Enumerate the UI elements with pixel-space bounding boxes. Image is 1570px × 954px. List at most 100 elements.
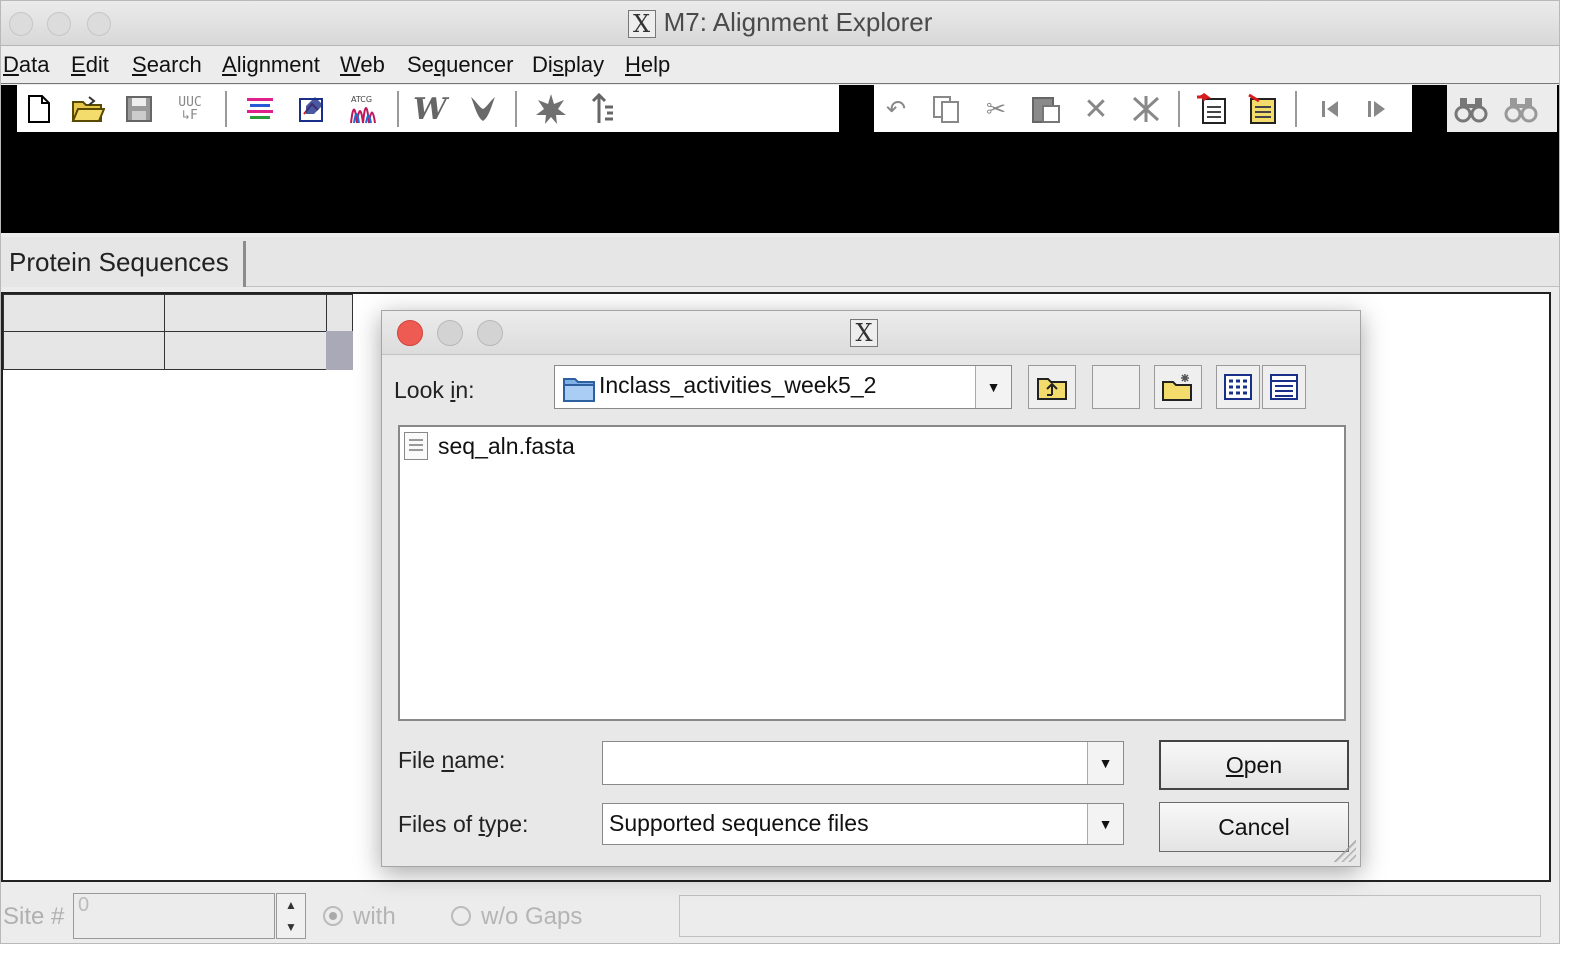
next-icon[interactable] bbox=[1358, 91, 1394, 127]
chevron-down-icon[interactable]: ▼ bbox=[975, 366, 1011, 408]
grid-selected-cell[interactable] bbox=[326, 331, 353, 370]
find-toolbar bbox=[1447, 85, 1557, 132]
grid-row-cell[interactable] bbox=[164, 331, 327, 370]
look-in-label: Look in: bbox=[394, 377, 475, 404]
save-disk-icon[interactable] bbox=[121, 91, 157, 127]
x11-logo-icon: X bbox=[627, 10, 656, 39]
label-part: ame: bbox=[454, 747, 506, 773]
look-in-folder-name: Inclass_activities_week5_2 bbox=[599, 372, 877, 398]
resize-grip-icon[interactable] bbox=[1334, 840, 1356, 862]
insert-blank-icon[interactable] bbox=[1244, 91, 1280, 127]
spinner-up-icon[interactable]: ▲ bbox=[277, 894, 305, 916]
paste-icon[interactable] bbox=[1028, 91, 1064, 127]
file-name-field[interactable]: ▼ bbox=[602, 741, 1124, 785]
menu-edit[interactable]: Edit bbox=[71, 52, 109, 78]
menu-data[interactable]: Data bbox=[3, 52, 49, 78]
find-icon[interactable] bbox=[1453, 91, 1489, 127]
files-of-type-label: Files of type: bbox=[398, 811, 528, 838]
previous-icon[interactable] bbox=[1312, 91, 1348, 127]
list-view-icon[interactable] bbox=[1216, 365, 1260, 409]
new-folder-icon[interactable] bbox=[1154, 365, 1202, 409]
main-toolbar: UUC ↳F ATCG W bbox=[17, 85, 839, 132]
with-gaps-label: with bbox=[353, 903, 396, 930]
details-view-icon[interactable] bbox=[1262, 365, 1306, 409]
label-mnemonic: n bbox=[441, 747, 455, 773]
tab-protein-sequences[interactable]: Protein Sequences bbox=[1, 241, 246, 287]
menu-label-part: uencer bbox=[446, 52, 514, 77]
file-list[interactable]: seq_aln.fasta bbox=[398, 425, 1346, 721]
chevron-down-icon[interactable]: ▼ bbox=[1087, 804, 1123, 844]
color-lines-icon[interactable] bbox=[242, 91, 278, 127]
mark-site-icon[interactable] bbox=[583, 91, 619, 127]
menu-sequencer[interactable]: Sequencer bbox=[407, 52, 513, 78]
menu-mnemonic: D bbox=[3, 52, 19, 77]
clustalw-icon[interactable]: W bbox=[412, 91, 448, 127]
chevron-down-icon[interactable]: ▼ bbox=[1087, 742, 1123, 784]
with-gaps-radio[interactable]: with bbox=[323, 903, 396, 931]
look-in-dropdown[interactable]: Inclass_activities_week5_2 ▼ bbox=[554, 365, 1012, 409]
copy-icon[interactable] bbox=[928, 91, 964, 127]
status-bar: Site # 0 ▲ ▼ with w/o Gaps bbox=[1, 887, 1559, 943]
translate-codons-icon[interactable]: UUC ↳F bbox=[172, 91, 208, 127]
radio-selected-icon bbox=[323, 906, 343, 926]
edit-sequence-icon[interactable] bbox=[294, 91, 330, 127]
delete-gap-icon[interactable] bbox=[1128, 91, 1164, 127]
file-list-item-name: seq_aln.fasta bbox=[438, 432, 575, 459]
cut-icon[interactable]: ✂ bbox=[978, 91, 1014, 127]
dialog-maximize-button[interactable] bbox=[477, 320, 503, 346]
files-of-type-value: Supported sequence files bbox=[609, 810, 869, 836]
toolbar-area: UUC ↳F ATCG W ↶ ✂ ✕ bbox=[1, 85, 1559, 233]
files-of-type-dropdown[interactable]: Supported sequence files ▼ bbox=[602, 803, 1124, 845]
grid-header-cell[interactable] bbox=[326, 294, 353, 332]
dialog-close-button[interactable] bbox=[397, 320, 423, 346]
without-gaps-label: w/o Gaps bbox=[481, 903, 583, 930]
menu-mnemonic: A bbox=[222, 52, 237, 77]
dialog-minimize-button[interactable] bbox=[437, 320, 463, 346]
menu-help[interactable]: Help bbox=[625, 52, 670, 78]
grid-header-cell[interactable] bbox=[164, 294, 327, 332]
site-number-label: Site # bbox=[3, 903, 65, 930]
open-file-dialog: X Look in: Inclass_activities_week5_2 ▼ … bbox=[381, 310, 1361, 867]
menu-alignment[interactable]: Alignment bbox=[222, 52, 320, 78]
dialog-title-bar: X bbox=[382, 311, 1360, 355]
burst-icon[interactable] bbox=[533, 91, 569, 127]
x11-logo-icon: X bbox=[850, 319, 878, 347]
menu-label-part: play bbox=[563, 52, 605, 77]
grid-header-cell[interactable] bbox=[3, 294, 165, 332]
undo-icon[interactable]: ↶ bbox=[878, 91, 914, 127]
file-list-item[interactable]: seq_aln.fasta bbox=[404, 431, 575, 461]
spinner-down-icon[interactable]: ▼ bbox=[277, 916, 305, 938]
button-mnemonic: O bbox=[1225, 751, 1244, 778]
grid-row-cell[interactable] bbox=[3, 331, 165, 370]
insert-sequence-icon[interactable] bbox=[1194, 91, 1230, 127]
trace-file-icon[interactable]: ATCG bbox=[346, 91, 382, 127]
edit-toolbar: ↶ ✂ ✕ bbox=[874, 85, 1412, 132]
folder-icon bbox=[563, 378, 595, 402]
site-number-spinner[interactable]: ▲ ▼ bbox=[276, 893, 306, 939]
menu-web[interactable]: Web bbox=[340, 52, 385, 78]
menu-display[interactable]: Display bbox=[532, 52, 604, 78]
up-one-level-icon[interactable] bbox=[1028, 365, 1076, 409]
open-folder-icon[interactable] bbox=[70, 91, 106, 127]
toolbar-separator bbox=[515, 91, 517, 127]
cancel-button[interactable]: Cancel bbox=[1159, 802, 1349, 852]
site-number-input[interactable]: 0 bbox=[73, 893, 275, 939]
menu-search[interactable]: Search bbox=[132, 52, 202, 78]
label-part: n: bbox=[455, 377, 475, 403]
radio-unselected-icon bbox=[451, 906, 471, 926]
open-button[interactable]: Open bbox=[1159, 740, 1349, 790]
find-next-icon[interactable] bbox=[1503, 91, 1539, 127]
menu-label-part: Di bbox=[532, 52, 553, 77]
status-message-field bbox=[679, 895, 1541, 937]
window-title-area: X M7: Alignment Explorer bbox=[1, 7, 1559, 39]
muscle-icon[interactable] bbox=[465, 91, 501, 127]
lf-glyph: ↳F bbox=[182, 108, 198, 123]
desktop-icon[interactable] bbox=[1092, 365, 1140, 409]
window-title: M7: Alignment Explorer bbox=[663, 7, 933, 37]
delete-icon[interactable]: ✕ bbox=[1078, 91, 1114, 127]
new-document-icon[interactable] bbox=[21, 91, 57, 127]
without-gaps-radio[interactable]: w/o Gaps bbox=[451, 903, 582, 931]
label-part: ype: bbox=[484, 811, 529, 837]
site-number-value: 0 bbox=[78, 894, 90, 916]
menu-label-part: earch bbox=[146, 52, 202, 77]
